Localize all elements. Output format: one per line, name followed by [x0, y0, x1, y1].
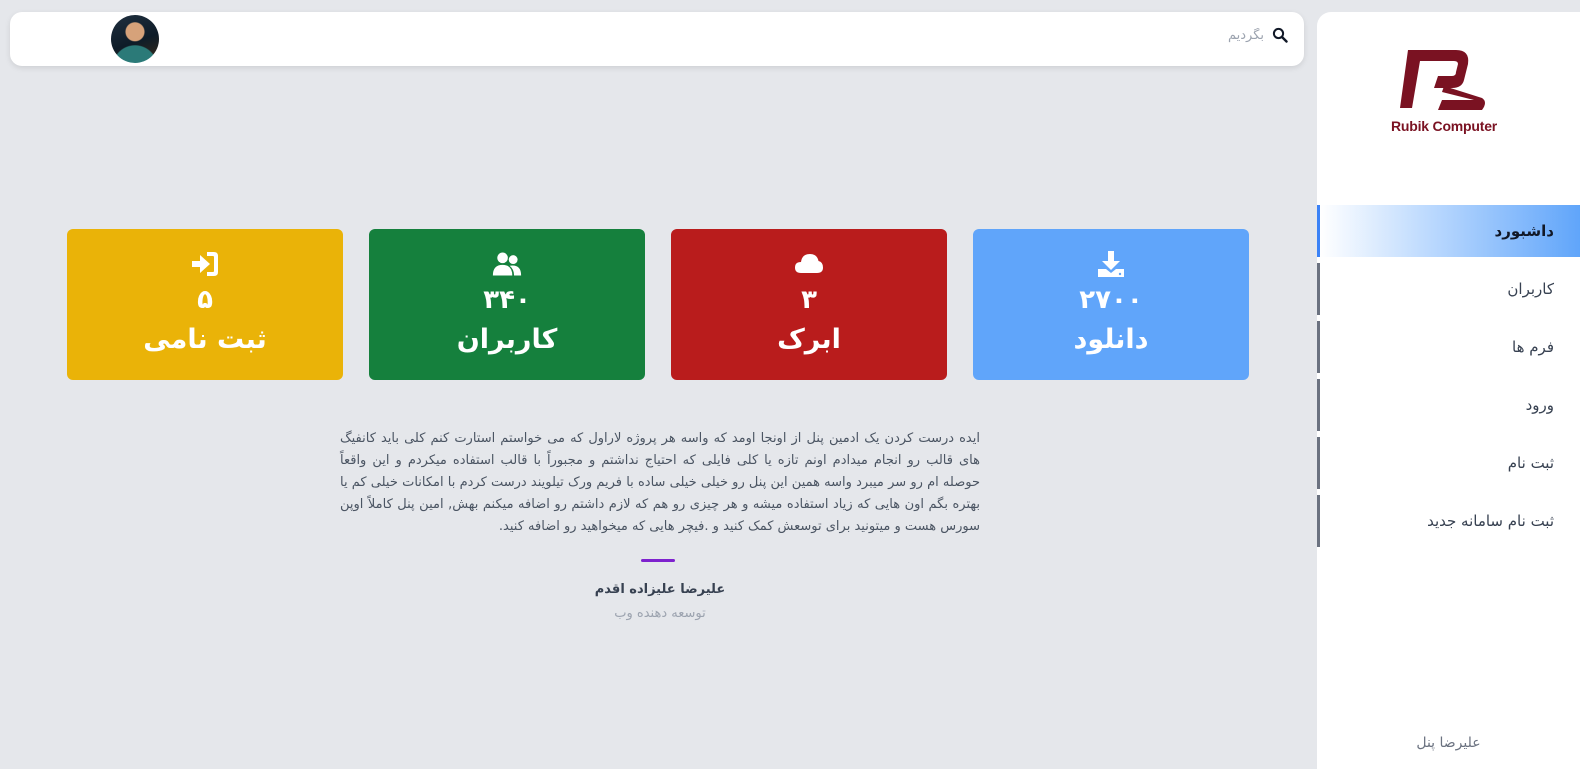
stat-card-registrations[interactable]: ۵ ثبت نامی — [67, 229, 343, 380]
stat-card-value: ۵ — [197, 285, 213, 315]
stat-cards: ۲۷۰۰ دانلود ۳ ابرک ۳۴۰ کاربران ۵ ثبت نام… — [66, 229, 1249, 380]
sidebar-item-login[interactable]: ورود — [1317, 379, 1580, 431]
download-icon — [1098, 251, 1124, 277]
quote-text: ایده درست کردن یک ادمین پنل از اونجا اوم… — [340, 431, 980, 534]
stat-card-label: کاربران — [456, 324, 558, 355]
author-role: توسعه دهنده وب — [614, 606, 706, 621]
stat-card-label: ثبت نامی — [143, 324, 267, 355]
stat-card-users[interactable]: ۳۴۰ کاربران — [369, 229, 645, 380]
search-box — [1144, 27, 1288, 43]
search-input[interactable] — [1144, 27, 1264, 43]
brand-logo[interactable]: Rubik Computer — [1379, 46, 1509, 156]
stat-card-cloud[interactable]: ۳ ابرک — [671, 229, 947, 380]
search-icon[interactable] — [1272, 27, 1288, 43]
rubik-logo-icon — [1400, 50, 1485, 110]
stat-card-label: دانلود — [1073, 324, 1149, 355]
author-name: علیرضا علیزاده اقدم — [594, 582, 726, 597]
sidebar-item-register[interactable]: ثبت نام — [1317, 437, 1580, 489]
stat-card-value: ۳۴۰ — [483, 285, 531, 315]
sign-in-icon — [192, 252, 218, 276]
sidebar-item-users[interactable]: کاربران — [1317, 263, 1580, 315]
avatar[interactable] — [111, 15, 159, 63]
top-bar — [10, 12, 1304, 66]
stat-card-downloads[interactable]: ۲۷۰۰ دانلود — [973, 229, 1249, 380]
sidebar-item-forms[interactable]: فرم ها — [1317, 321, 1580, 373]
brand-name: Rubik Computer — [1390, 118, 1498, 134]
sidebar-item-dashboard[interactable]: داشبورد — [1317, 205, 1580, 257]
cloud-icon — [795, 254, 823, 273]
stat-card-label: ابرک — [777, 324, 841, 355]
stat-card-value: ۲۷۰۰ — [1079, 285, 1143, 315]
sidebar: Rubik Computer داشبورد کاربران فرم ها ور… — [1317, 12, 1580, 769]
users-icon — [492, 252, 522, 276]
sidebar-nav: داشبورد کاربران فرم ها ورود ثبت نام ثبت … — [1317, 205, 1580, 553]
sidebar-footer: علیرضا پنل — [1416, 735, 1481, 751]
quote-divider — [641, 559, 675, 562]
sidebar-item-register-new-system[interactable]: ثبت نام سامانه جدید — [1317, 495, 1580, 547]
stat-card-value: ۳ — [801, 285, 817, 315]
